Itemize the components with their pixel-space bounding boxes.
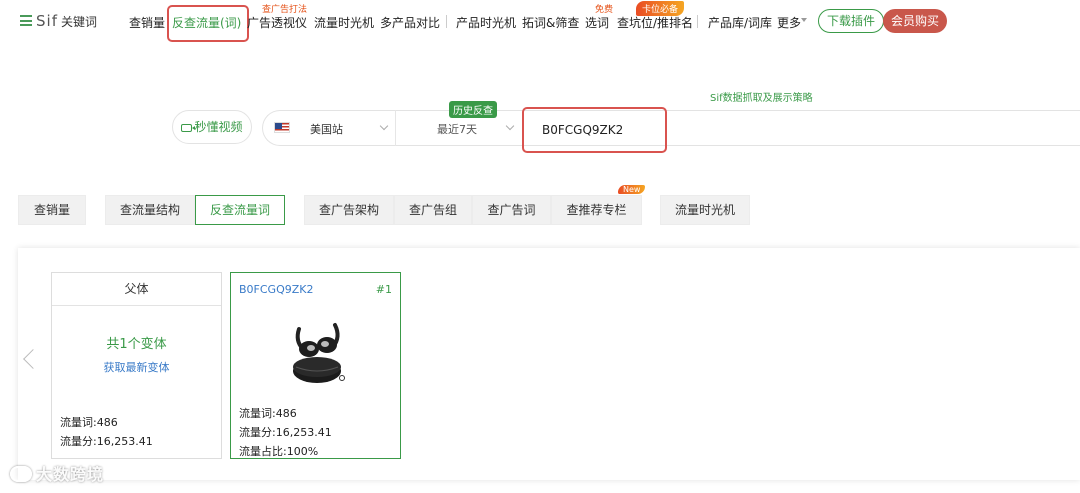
download-plugin-button[interactable]: 下载插件 [818, 9, 885, 33]
nav-item-multi-compare[interactable]: 多产品对比 [380, 14, 440, 31]
nav-item-select-words[interactable]: 选词 [585, 14, 609, 31]
nav-item-more[interactable]: 更多 [777, 14, 801, 31]
variant-card[interactable]: B0FCGQ9ZK2 #1 流量词:486 流量分:16,253.41 流量占比… [230, 272, 401, 459]
video-button[interactable]: 秒懂视频 [172, 110, 252, 144]
us-flag-icon [274, 122, 290, 133]
menu-icon[interactable] [20, 15, 32, 26]
brand-logo[interactable]: Sif 关键词 [36, 12, 97, 30]
variant-rank: #1 [375, 283, 392, 296]
parent-card-title: 父体 [52, 273, 221, 306]
brand-keyword-label: 关键词 [60, 15, 97, 29]
vip-purchase-button[interactable]: 会员购买 [883, 9, 948, 33]
tab-traffic-timemachine[interactable]: 流量时光机 [660, 195, 750, 225]
brand-name: Sif [36, 12, 58, 30]
parent-traffic-score: 流量分:16,253.41 [60, 435, 153, 448]
nav-divider [446, 15, 447, 28]
tab-sales[interactable]: 查销量 [18, 195, 86, 225]
nav-item-product-timemachine[interactable]: 产品时光机 [456, 14, 516, 31]
nav-item-ad-insight[interactable]: 广告透视仪 [247, 14, 307, 31]
tab-ad-structure[interactable]: 查广告架构 [304, 195, 394, 225]
tab-traffic-structure[interactable]: 查流量结构 [105, 195, 195, 225]
variant-traffic-share: 流量占比:100% [239, 445, 319, 458]
search-divider [395, 110, 396, 146]
video-button-label: 秒懂视频 [194, 120, 243, 134]
strategy-link[interactable]: Sif数据抓取及展示策略 [710, 89, 813, 104]
parent-card[interactable]: 父体 共1个变体 获取最新变体 流量词:486 流量分:16,253.41 [51, 272, 222, 459]
video-icon [181, 124, 196, 132]
new-badge: New [618, 185, 646, 194]
nav-item-sales[interactable]: 查销量 [129, 14, 165, 31]
nav-divider [697, 15, 698, 28]
site-select[interactable]: 美国站 [310, 121, 343, 137]
tab-ad-words[interactable]: 查广告词 [472, 195, 551, 225]
nav-item-slot-rank[interactable]: 查坑位/推排名 [617, 14, 693, 31]
nav-item-traffic-timemachine[interactable]: 流量时光机 [314, 14, 374, 31]
watermark: 大数跨境 [10, 461, 104, 485]
caret-down-icon [801, 18, 807, 22]
nav-item-expand-words[interactable]: 拓词&筛查 [522, 14, 579, 31]
parent-traffic-words: 流量词:486 [60, 416, 118, 429]
earbuds-product-image [293, 323, 345, 383]
tab-recommend-column[interactable]: 查推荐专栏 [551, 195, 642, 225]
tab-reverse-traffic-words[interactable]: 反查流量词 [195, 195, 285, 225]
variant-asin[interactable]: B0FCGQ9ZK2 [239, 283, 313, 296]
nav-item-library[interactable]: 产品库/词库 [708, 14, 772, 31]
asin-search-input[interactable] [522, 107, 667, 153]
watermark-text: 大数跨境 [36, 465, 105, 484]
variant-traffic-words: 流量词:486 [239, 407, 297, 420]
date-range-select[interactable]: 最近7天 [437, 121, 477, 137]
top-nav: Sif 关键词 查销量 反查流量(词) 查广告打法 广告透视仪 流量时光机 多产品… [0, 0, 1080, 44]
history-badge[interactable]: 历史反查 [449, 101, 497, 118]
variant-count: 共1个变体 [106, 337, 167, 352]
tab-ad-group[interactable]: 查广告组 [394, 195, 472, 225]
highlight-box-nav [167, 5, 249, 42]
variant-traffic-score: 流量分:16,253.41 [239, 426, 332, 439]
watermark-logo-icon [10, 466, 32, 482]
refresh-variants-link[interactable]: 获取最新变体 [52, 359, 221, 375]
